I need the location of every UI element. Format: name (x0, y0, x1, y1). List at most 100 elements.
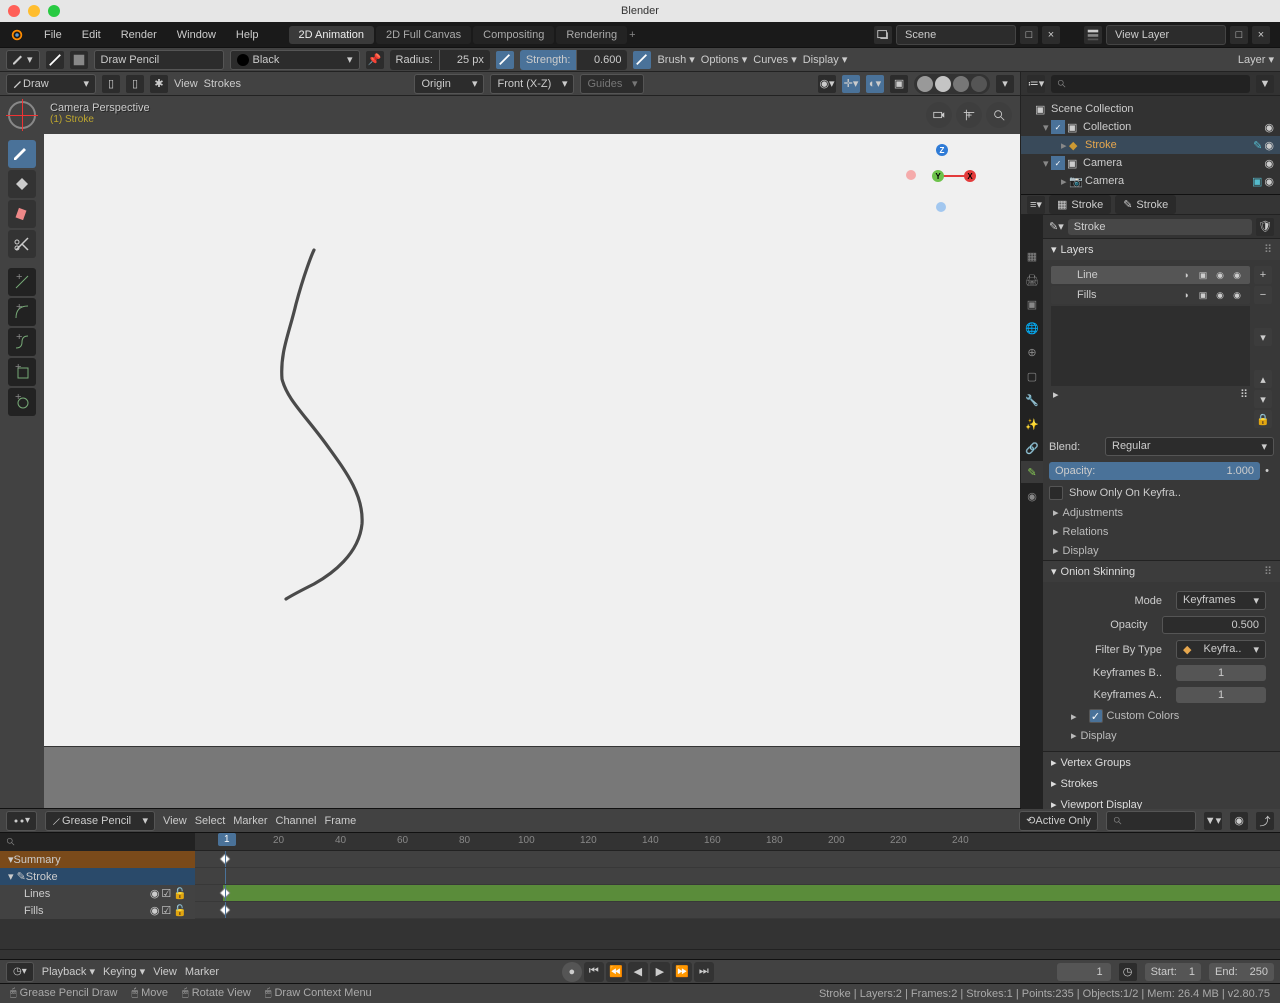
blend-mode-select[interactable]: Regular▾ (1105, 437, 1274, 456)
tl-summary-icon[interactable]: ◉ (1230, 812, 1248, 830)
hide-icon[interactable]: ◉ (1213, 268, 1227, 282)
xray-icon[interactable]: ▣ (890, 75, 908, 93)
eye-icon[interactable]: ◉ (1264, 175, 1274, 188)
brush-menu[interactable]: Brush ▾ (657, 53, 694, 66)
eye-icon[interactable]: ◉ (150, 887, 160, 900)
layer-grip-icon[interactable]: ⠿ (1240, 388, 1248, 401)
display-menu[interactable]: Display ▾ (803, 53, 848, 66)
outl-scene-collection[interactable]: ▣ Scene Collection (1021, 100, 1280, 118)
eye-icon[interactable]: ◉ (150, 904, 160, 917)
vertex-groups-panel[interactable]: ▸ Vertex Groups (1043, 752, 1280, 773)
relations-subpanel[interactable]: ▸ Relations (1043, 522, 1280, 541)
lock-icon[interactable]: ◉ (1230, 288, 1244, 302)
display-subpanel[interactable]: ▸ Display (1043, 541, 1280, 560)
vtab-viewlayers[interactable]: ▣ (1021, 293, 1043, 315)
playhead-indicator[interactable]: 1 (218, 833, 236, 846)
outl-camera-data[interactable]: ▸ 📷 Camera ▣ ◉ (1021, 172, 1280, 190)
active-only-toggle[interactable]: ⟲ Active Only (1019, 811, 1098, 831)
props-tab-stroke-1[interactable]: ▦Stroke (1049, 195, 1111, 214)
onion-icon[interactable]: ▣ (1196, 288, 1210, 302)
strength-pressure-icon[interactable] (633, 51, 651, 69)
track-summary[interactable]: ▾ Summary (0, 851, 195, 868)
shading-wire-icon[interactable] (917, 76, 933, 92)
menu-window[interactable]: Window (167, 22, 226, 47)
datablock-name[interactable]: Stroke (1068, 219, 1252, 235)
tl-frame-menu[interactable]: Frame (324, 815, 356, 827)
scene-delete-button[interactable]: × (1042, 26, 1060, 44)
onion-filter-select[interactable]: ◆Keyfra..▾ (1176, 640, 1266, 659)
maximize-window-button[interactable] (48, 5, 60, 17)
props-tab-stroke-2[interactable]: ✎Stroke (1115, 195, 1176, 214)
scene-selector[interactable]: Scene (896, 25, 1016, 45)
circle-tool[interactable]: + (8, 388, 36, 416)
mask-icon[interactable]: ◑ (1179, 288, 1193, 302)
tl-view-menu[interactable]: View (163, 815, 187, 827)
strokes-menu[interactable]: Strokes (204, 78, 241, 90)
layer-isolate-button[interactable]: 🔒 (1254, 410, 1272, 428)
viewlayer-delete-button[interactable]: × (1252, 26, 1270, 44)
brush-name[interactable]: Draw Pencil (94, 50, 224, 70)
minimize-window-button[interactable] (28, 5, 40, 17)
radius-slider[interactable]: Radius: 25 px (390, 50, 490, 70)
viewlayer-new-button[interactable]: □ (1230, 26, 1248, 44)
tl-filter-icon[interactable]: ▼▾ (1204, 812, 1222, 830)
view-menu[interactable]: View (174, 78, 198, 90)
cb-icon[interactable]: ☑ (161, 887, 171, 900)
vtab-world[interactable]: ⊕ (1021, 341, 1043, 363)
props-editor-icon[interactable]: ≡▾ (1027, 196, 1045, 214)
viewport-overlays-icon[interactable]: ◉▾ (818, 75, 836, 93)
shading-lookdev-icon[interactable] (953, 76, 969, 92)
vtab-material[interactable]: ◉ (1021, 485, 1043, 507)
layer-fills[interactable]: Fills ◑ ▣ ◉ ◉ (1051, 286, 1250, 304)
gizmo-toggle-icon[interactable]: ✛▾ (842, 75, 860, 93)
frame-end-input[interactable]: End:250 (1209, 963, 1274, 981)
shading-solid-icon[interactable] (935, 76, 951, 92)
current-frame-input[interactable]: 1 (1057, 963, 1111, 981)
playback-menu[interactable]: Playback ▾ (42, 965, 95, 978)
brush-dropdown-icon[interactable] (70, 51, 88, 69)
menu-help[interactable]: Help (226, 22, 269, 47)
selectmode-2-icon[interactable]: ▯ (126, 75, 144, 93)
onion-icon[interactable]: ▣ (1196, 268, 1210, 282)
layer-up-button[interactable]: ▴ (1254, 370, 1272, 388)
vtab-scene[interactable]: 🌐 (1021, 317, 1043, 339)
tl-search[interactable] (1106, 811, 1196, 831)
vtab-data[interactable]: ✎ (1021, 461, 1043, 483)
color-selector[interactable]: Black▾ (230, 50, 360, 70)
keyframes-after-input[interactable]: 1 (1176, 687, 1266, 703)
brush-preview-icon[interactable] (46, 51, 64, 69)
mode-dropdown[interactable]: Draw ▾ (6, 74, 96, 94)
strength-slider[interactable]: Strength: 0.600 (520, 50, 628, 70)
arc-tool[interactable]: + (8, 298, 36, 326)
gp-tool-dropdown[interactable]: ▾ (6, 50, 40, 70)
keyframe-next-button[interactable]: ⏩ (672, 962, 692, 982)
erase-tool[interactable] (8, 200, 36, 228)
cb-icon[interactable]: ☑ (161, 904, 171, 917)
track-lines[interactable]: Lines ◉☑🔓 (0, 885, 195, 902)
mask-icon[interactable]: ◑ (1179, 268, 1193, 282)
cutter-tool[interactable] (8, 230, 36, 258)
overlay-toggle-icon[interactable]: ◐▾ (866, 75, 884, 93)
material-pin-icon[interactable]: 📌 (366, 51, 384, 69)
layers-panel-title[interactable]: ▾Layers⠿ (1043, 239, 1280, 260)
keying-menu[interactable]: Keying ▾ (103, 965, 145, 978)
eye-icon[interactable]: ◉ (1264, 157, 1274, 170)
layer-expand-icon[interactable]: ▸ (1053, 388, 1059, 401)
options-menu[interactable]: Options ▾ (701, 53, 748, 66)
scene-browse-icon[interactable] (874, 26, 892, 44)
lock-icon[interactable]: 🔓 (173, 887, 187, 900)
guides-dropdown[interactable]: Guides▾ (580, 74, 644, 94)
tab-2d-full-canvas[interactable]: 2D Full Canvas (376, 26, 471, 44)
layer-opacity-slider[interactable]: Opacity: 1.000 (1049, 462, 1260, 480)
scene-new-button[interactable]: □ (1020, 26, 1038, 44)
selectmode-3-icon[interactable]: ✱ (150, 75, 168, 93)
eye-icon[interactable]: ◉ (1264, 139, 1274, 152)
layer-down-button[interactable]: ▾ (1254, 390, 1272, 408)
lock-icon[interactable]: 🔓 (173, 904, 187, 917)
timeline-type-dropdown[interactable]: ◷▾ (6, 962, 34, 982)
strokes-panel[interactable]: ▸ Strokes (1043, 773, 1280, 794)
play-reverse-button[interactable]: ◀ (628, 962, 648, 982)
dopesheet-mode[interactable]: Grease Pencil ▾ (45, 811, 155, 831)
channel-search[interactable] (0, 833, 195, 851)
hide-icon[interactable]: ◉ (1213, 288, 1227, 302)
